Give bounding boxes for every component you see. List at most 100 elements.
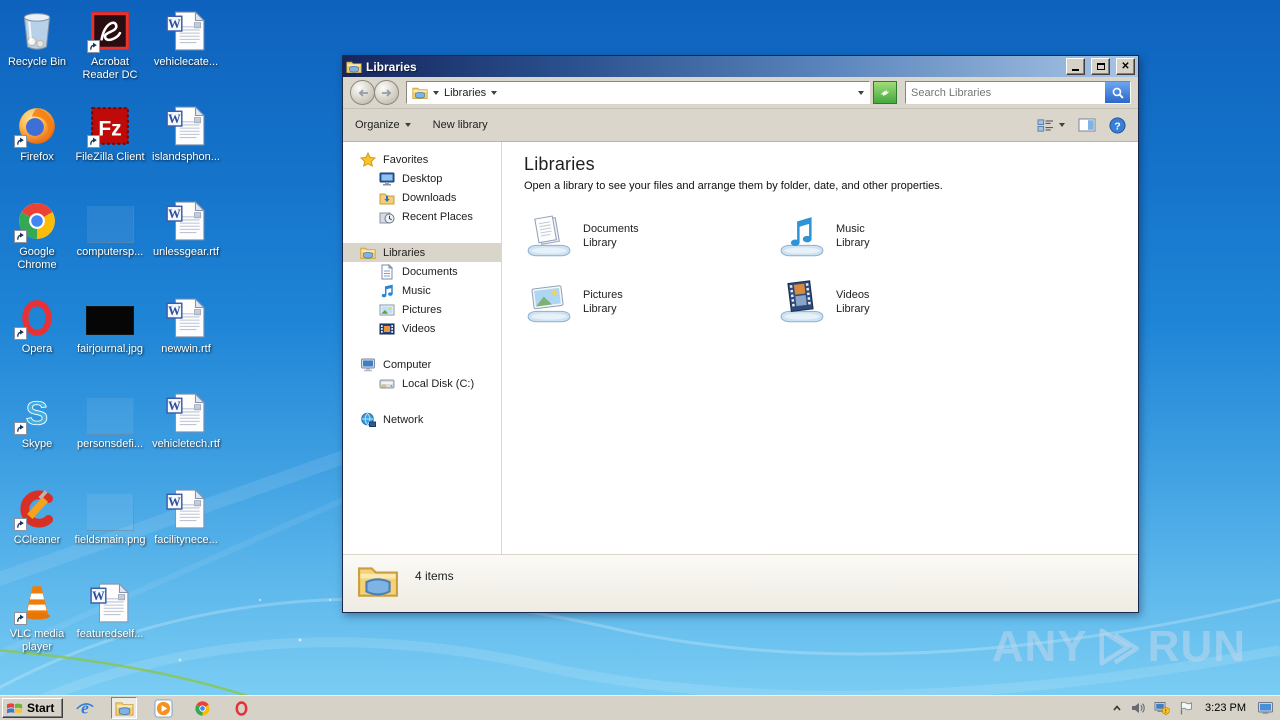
tray-show-hidden-icons[interactable]	[1112, 703, 1122, 713]
sidebar-item-libraries[interactable]: Libraries	[343, 243, 501, 262]
chrome-icon	[194, 700, 211, 717]
close-button[interactable]: ✕	[1116, 58, 1135, 75]
desktop-icon-islandsphon[interactable]: islandsphon...	[149, 101, 223, 164]
sidebar-item-favorites[interactable]: Favorites	[343, 150, 501, 169]
recycle-bin-icon	[0, 6, 74, 53]
tray-network[interactable]	[1154, 700, 1170, 716]
desktop-icon-unlessgear[interactable]: unlessgear.rtf	[149, 196, 223, 259]
library-item-name: Music	[836, 223, 865, 235]
library-item-pictures[interactable]: Pictures Library	[524, 278, 777, 336]
change-view-button[interactable]	[1037, 118, 1065, 133]
desktop-icon-recycle-bin[interactable]: Recycle Bin	[0, 6, 74, 69]
desktop-icon-label: vehiclecate...	[153, 56, 219, 68]
tray-display[interactable]	[1257, 700, 1274, 716]
maximize-button[interactable]	[1091, 58, 1110, 75]
tray-volume[interactable]	[1130, 700, 1146, 716]
desktop-icon-featuredself[interactable]: featuredself...	[73, 578, 147, 641]
sidebar-item-desktop[interactable]: Desktop	[343, 169, 501, 188]
library-item-name: Videos	[836, 289, 870, 301]
desktop-icon-label: unlessgear.rtf	[152, 246, 220, 258]
breadcrumb-chevron-icon[interactable]	[491, 90, 498, 95]
acrobat-reader-icon	[73, 6, 147, 53]
desktop-icon-label: facilitynece...	[154, 534, 218, 546]
taskbar-clock[interactable]: 3:23 PM	[1202, 702, 1249, 714]
tray-action-center[interactable]	[1178, 700, 1194, 716]
desktop-icon-chrome[interactable]: Google Chrome	[0, 196, 74, 272]
desktop-icon-filezilla[interactable]: FileZilla Client	[73, 101, 147, 164]
new-library-label: New library	[432, 119, 488, 131]
desktop-icon-newwin[interactable]: newwin.rtf	[149, 293, 223, 356]
preview-pane-button[interactable]	[1078, 117, 1096, 133]
library-item-documents[interactable]: Documents Library	[524, 212, 777, 270]
chevron-up-icon	[1113, 705, 1121, 711]
word-document-icon	[149, 101, 223, 148]
navigation-pane: Favorites Desktop Downloads Recent Place…	[343, 142, 502, 554]
taskbar-media-player-button[interactable]	[150, 697, 176, 719]
breadcrumb-location[interactable]: Libraries	[444, 87, 486, 99]
missing-image-icon	[73, 388, 147, 435]
back-button[interactable]	[350, 80, 375, 105]
help-button[interactable]	[1109, 117, 1126, 134]
taskbar-chrome-button[interactable]	[189, 697, 215, 719]
desktop-icon-personsdefi[interactable]: personsdefi...	[73, 388, 147, 451]
downloads-icon	[379, 190, 395, 206]
sidebar-item-network[interactable]: Network	[343, 410, 501, 429]
sidebar-item-local-disk-c[interactable]: Local Disk (C:)	[343, 374, 501, 393]
search-input[interactable]	[906, 82, 1105, 103]
monitor-icon	[1257, 700, 1274, 716]
taskbar-opera-button[interactable]	[228, 697, 254, 719]
desktop-icon-facilitynece[interactable]: facilitynece...	[149, 484, 223, 547]
desktop-icon-vehiclecate[interactable]: vehiclecate...	[149, 6, 223, 69]
title-bar[interactable]: Libraries ✕	[343, 56, 1138, 77]
sidebar-item-recent-places[interactable]: Recent Places	[343, 207, 501, 226]
sidebar-item-videos[interactable]: Videos	[343, 319, 501, 338]
minimize-button[interactable]	[1066, 58, 1085, 75]
desktop-icon-skype[interactable]: Skype	[0, 388, 74, 451]
windows-flag-icon	[6, 700, 24, 716]
library-grid: Documents Library Music Library Pictures	[524, 212, 1138, 336]
library-item-type: Library	[836, 303, 870, 315]
sidebar-item-documents[interactable]: Documents	[343, 262, 501, 281]
desktop-icon-fieldsmain[interactable]: fieldsmain.png	[73, 484, 147, 547]
sidebar-item-pictures[interactable]: Pictures	[343, 300, 501, 319]
jpg-thumbnail	[73, 293, 147, 340]
desktop-icon-ccleaner[interactable]: CCleaner	[0, 484, 74, 547]
network-globe-icon	[360, 412, 376, 428]
organize-button[interactable]: Organize	[355, 119, 411, 131]
desktop-icon-computersp[interactable]: computersp...	[73, 196, 147, 259]
forward-button[interactable]	[374, 80, 399, 105]
desktop-icon-label: CCleaner	[13, 534, 61, 546]
search-button[interactable]	[1105, 82, 1130, 103]
desktop-icon-acrobat[interactable]: Acrobat Reader DC	[73, 6, 147, 82]
desktop-icon-label: Opera	[21, 343, 53, 355]
disk-drive-icon	[379, 376, 395, 392]
address-history-dropdown-icon[interactable]	[858, 90, 864, 95]
library-item-music[interactable]: Music Library	[777, 212, 1030, 270]
desktop-icon-fairjournal[interactable]: fairjournal.jpg	[73, 293, 147, 356]
new-library-button[interactable]: New library	[433, 119, 488, 131]
shortcut-arrow-icon	[14, 135, 27, 148]
system-tray: 3:23 PM	[1108, 698, 1278, 718]
sidebar-item-computer[interactable]: Computer	[343, 355, 501, 374]
desktop-icon-label: Google Chrome	[17, 246, 57, 271]
desktop-icon-opera[interactable]: Opera	[0, 293, 74, 356]
desktop-icon-vehicletech[interactable]: vehicletech.rtf	[149, 388, 223, 451]
sidebar-item-label: Music	[402, 284, 431, 297]
library-item-videos[interactable]: Videos Library	[777, 278, 1030, 336]
taskbar: Start 3:23 PM	[0, 695, 1280, 720]
breadcrumb-chevron-icon[interactable]	[433, 90, 439, 95]
sidebar-item-downloads[interactable]: Downloads	[343, 188, 501, 207]
desktop-icon-firefox[interactable]: Firefox	[0, 101, 74, 164]
breadcrumb[interactable]: Libraries	[406, 81, 870, 104]
desktop-icon-label: Skype	[21, 438, 53, 450]
sidebar-item-music[interactable]: Music	[343, 281, 501, 300]
desktop-icon-vlc[interactable]: VLC media player	[0, 578, 74, 654]
window-title: Libraries	[366, 59, 417, 74]
internet-explorer-icon	[75, 698, 95, 718]
start-button[interactable]: Start	[2, 698, 64, 718]
refresh-button[interactable]	[873, 81, 897, 104]
desktop-icon-label: islandsphon...	[152, 151, 220, 163]
taskbar-explorer-button[interactable]	[111, 697, 137, 719]
taskbar-ie-button[interactable]	[72, 697, 98, 719]
word-document-icon	[149, 6, 223, 53]
